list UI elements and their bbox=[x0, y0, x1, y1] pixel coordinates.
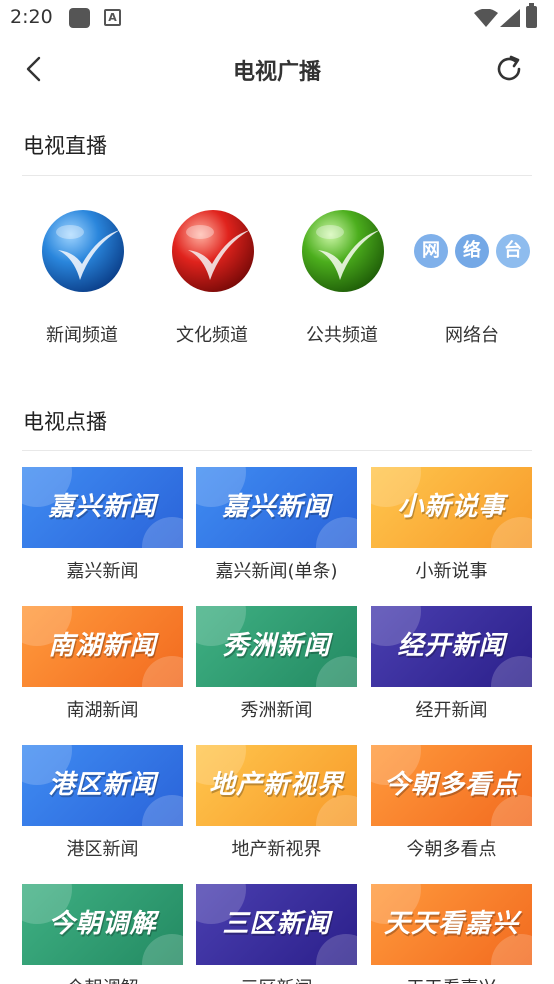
vod-item[interactable]: 三区新闻三区新闻 bbox=[196, 884, 357, 984]
live-channel-culture[interactable]: 文化频道 bbox=[148, 205, 276, 355]
vod-item-label: 天天看嘉兴 bbox=[361, 974, 542, 984]
status-bar: 2:20 A bbox=[0, 0, 554, 36]
refresh-icon bbox=[497, 55, 521, 81]
news-channel-logo-icon bbox=[42, 210, 124, 292]
vod-item-label: 嘉兴新闻 bbox=[66, 561, 139, 582]
vod-item[interactable]: 南湖新闻 南湖新闻 bbox=[22, 606, 183, 726]
vod-item[interactable]: 今朝调解今朝调解 bbox=[22, 884, 183, 984]
vod-section-divider bbox=[22, 450, 532, 451]
web-logo-char: 台 bbox=[496, 234, 530, 268]
vod-thumbnail-title: 南湖新闻 bbox=[48, 631, 157, 661]
vod-item-label: 地产新视界 bbox=[231, 839, 322, 860]
vod-thumbnail: 秀洲新闻 bbox=[196, 606, 357, 687]
vod-item[interactable]: 嘉兴新闻 嘉兴新闻 bbox=[22, 467, 183, 587]
vod-thumbnail: 嘉兴新闻 bbox=[196, 467, 357, 548]
vod-thumbnail-title: 港区新闻 bbox=[48, 770, 157, 800]
vod-item-label: 港区新闻 bbox=[66, 839, 139, 860]
web-logo-char: 网 bbox=[414, 234, 448, 268]
vod-item-label: 南湖新闻 bbox=[66, 700, 139, 721]
live-channel-list: 新闻频道 文化频道 公共频道 网 络 台 网络台 bbox=[18, 205, 536, 355]
vod-item-label: 今朝调解 bbox=[12, 974, 193, 984]
vod-thumbnail: 嘉兴新闻 bbox=[22, 467, 183, 548]
vod-thumbnail: 南湖新闻 bbox=[22, 606, 183, 687]
live-channel-public[interactable]: 公共频道 bbox=[278, 205, 406, 355]
app-header: 电视广播 bbox=[0, 40, 554, 98]
vod-section-title: 电视点播 bbox=[23, 410, 107, 434]
page-title: 电视广播 bbox=[232, 60, 321, 85]
vod-item[interactable]: 今朝多看点 今朝多看点 bbox=[371, 745, 532, 865]
notification-app-icon bbox=[69, 8, 90, 28]
vod-thumbnail-title: 今朝调解 bbox=[48, 909, 157, 939]
live-section-title: 电视直播 bbox=[23, 134, 107, 158]
refresh-button[interactable] bbox=[492, 52, 526, 86]
vod-thumbnail: 天天看嘉兴 bbox=[371, 884, 532, 965]
vod-item-label: 今朝多看点 bbox=[406, 839, 497, 860]
live-channel-label: 公共频道 bbox=[306, 325, 378, 346]
status-time: 2:20 bbox=[10, 6, 53, 28]
live-channel-label: 网络台 bbox=[445, 325, 499, 346]
vod-item[interactable]: 小新说事 小新说事 bbox=[371, 467, 532, 587]
vod-thumbnail-title: 地产新视界 bbox=[208, 770, 344, 800]
web-channel-logo-icon: 网 络 台 bbox=[414, 234, 530, 268]
live-section-divider bbox=[22, 175, 532, 176]
vod-thumbnail-title: 今朝多看点 bbox=[383, 770, 519, 800]
signal-icon bbox=[500, 9, 520, 27]
notification-text-icon: A bbox=[104, 9, 121, 26]
vod-item-label: 小新说事 bbox=[415, 561, 488, 582]
culture-channel-logo-icon bbox=[172, 210, 254, 292]
vod-item[interactable]: 秀洲新闻 秀洲新闻 bbox=[196, 606, 357, 726]
vod-item-label: 经开新闻 bbox=[415, 700, 488, 721]
vod-item-label: 三区新闻 bbox=[186, 974, 367, 984]
vod-thumbnail-title: 天天看嘉兴 bbox=[383, 909, 519, 939]
vod-thumbnail: 地产新视界 bbox=[196, 745, 357, 826]
vod-item[interactable]: 港区新闻 港区新闻 bbox=[22, 745, 183, 865]
vod-thumbnail-title: 嘉兴新闻 bbox=[222, 492, 331, 522]
live-channel-news[interactable]: 新闻频道 bbox=[18, 205, 146, 355]
vod-thumbnail: 今朝调解 bbox=[22, 884, 183, 965]
live-channel-label: 新闻频道 bbox=[46, 325, 118, 346]
vod-thumbnail: 港区新闻 bbox=[22, 745, 183, 826]
live-channel-label: 文化频道 bbox=[176, 325, 248, 346]
public-channel-logo-icon bbox=[302, 210, 384, 292]
vod-thumbnail: 经开新闻 bbox=[371, 606, 532, 687]
vod-item[interactable]: 天天看嘉兴天天看嘉兴 bbox=[371, 884, 532, 984]
vod-thumbnail-title: 秀洲新闻 bbox=[222, 631, 331, 661]
vod-item-label: 秀洲新闻 bbox=[240, 700, 313, 721]
vod-item[interactable]: 经开新闻 经开新闻 bbox=[371, 606, 532, 726]
wifi-icon bbox=[474, 9, 498, 27]
vod-item[interactable]: 嘉兴新闻嘉兴新闻(单条) bbox=[196, 467, 357, 587]
vod-thumbnail-title: 经开新闻 bbox=[397, 631, 506, 661]
vod-thumbnail-title: 三区新闻 bbox=[222, 909, 331, 939]
live-channel-web[interactable]: 网 络 台 网络台 bbox=[408, 205, 536, 355]
vod-thumbnail-title: 嘉兴新闻 bbox=[48, 492, 157, 522]
vod-thumbnail: 小新说事 bbox=[371, 467, 532, 548]
vod-thumbnail-title: 小新说事 bbox=[397, 492, 506, 522]
vod-thumbnail: 今朝多看点 bbox=[371, 745, 532, 826]
vod-thumbnail: 三区新闻 bbox=[196, 884, 357, 965]
web-logo-char: 络 bbox=[455, 234, 489, 268]
vod-item[interactable]: 地产新视界 地产新视界 bbox=[196, 745, 357, 865]
vod-item-label: 嘉兴新闻(单条) bbox=[215, 561, 338, 582]
battery-icon bbox=[526, 3, 537, 28]
